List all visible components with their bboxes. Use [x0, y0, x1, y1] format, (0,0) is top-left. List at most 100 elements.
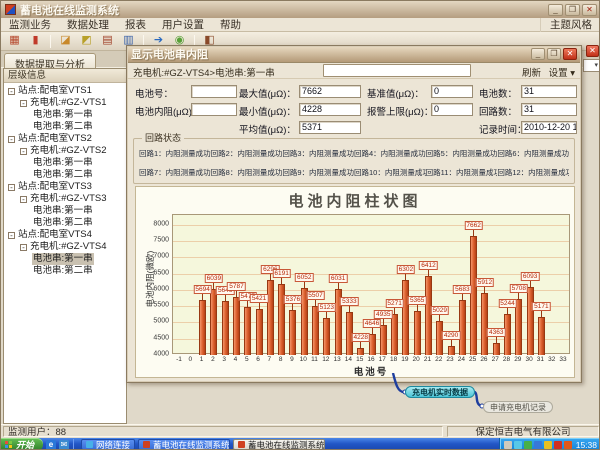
min-value-field[interactable]: 4228: [299, 103, 361, 116]
tree-item-9[interactable]: -充电机:#GZ-VTS3: [4, 193, 126, 205]
close-button[interactable]: ✕: [582, 4, 597, 16]
avg-value-field[interactable]: 5371: [299, 121, 361, 134]
report-icon[interactable]: ▤: [98, 33, 117, 49]
chart-x-tick: 23: [446, 356, 453, 363]
alert-icon[interactable]: [554, 441, 562, 449]
tree-collapse-icon[interactable]: -: [20, 148, 27, 155]
tree-collapse-icon[interactable]: -: [8, 136, 15, 143]
tree-collapse-icon[interactable]: -: [8, 232, 15, 239]
task-button-0[interactable]: 网络连接: [81, 439, 135, 450]
menu-item-3[interactable]: 用户设置: [154, 18, 212, 32]
tree-item-4[interactable]: -站点:配电室VTS2: [4, 133, 126, 145]
flow-node-realtime-data[interactable]: 充电机实时数据: [405, 386, 475, 398]
monitor-icon[interactable]: ▦: [5, 33, 24, 49]
analysis-icon[interactable]: ◩: [77, 33, 96, 49]
dialog-close-button[interactable]: ✕: [563, 48, 577, 60]
chart-bar-whisker: [473, 229, 474, 236]
start-label: 开始: [16, 438, 34, 450]
display-icon[interactable]: [514, 441, 522, 449]
battery-number-field[interactable]: [191, 85, 237, 98]
tree-collapse-icon[interactable]: -: [8, 184, 15, 191]
windows-logo-icon: [5, 441, 13, 449]
chart-title: 电池内阻柱状图: [136, 190, 574, 211]
tree-item-12[interactable]: -站点:配电室VTS4: [4, 229, 126, 241]
menu-item-0[interactable]: 监测业务: [1, 18, 59, 32]
field-label-avg-value-field: 平均值(μΩ)：: [239, 122, 296, 136]
tree-item-label: 充电机:#GZ-VTS3: [29, 193, 108, 205]
battery-count-field[interactable]: 31: [521, 85, 577, 98]
tree-item-label: 电池串:第一串: [32, 109, 94, 121]
tree-item-15[interactable]: 电池串:第二串: [4, 265, 126, 277]
maximize-button[interactable]: ❐: [565, 4, 580, 16]
taskbar-clock: 15:38: [576, 440, 597, 450]
minimize-button[interactable]: _: [548, 4, 563, 16]
dialog-search-input[interactable]: [323, 64, 471, 77]
printer-icon[interactable]: [504, 441, 512, 449]
tree-collapse-icon[interactable]: -: [20, 100, 27, 107]
tree-item-14[interactable]: 电池串:第一串: [4, 253, 126, 265]
tree-item-label: 充电机:#GZ-VTS2: [29, 145, 108, 157]
dialog-maximize-button[interactable]: ❐: [547, 48, 561, 60]
shield-icon[interactable]: [544, 441, 552, 449]
tab-data-analysis[interactable]: 数据提取与分析: [4, 53, 96, 68]
base-value-field[interactable]: 0: [431, 85, 473, 98]
summary-fields: 电池号：电池内阻(μΩ)：最大值(μΩ)：7662最小值(μΩ)：4228平均值…: [127, 79, 581, 138]
flow-node-request-record[interactable]: 申请充电机记录: [483, 401, 553, 413]
chart-y-tick: 5500: [136, 302, 169, 309]
settings-button[interactable]: 设置 ▾: [549, 65, 575, 79]
start-button[interactable]: 开始: [1, 438, 43, 450]
record-time-field[interactable]: 2010-12-20 15:38:3: [521, 121, 577, 134]
battery-resistance-field[interactable]: [191, 103, 237, 116]
tree-collapse-icon[interactable]: -: [20, 196, 27, 203]
chart-x-tick: 19: [401, 356, 408, 363]
tree-item-1[interactable]: -充电机:#GZ-VTS1: [4, 97, 126, 109]
tree-item-10[interactable]: 电池串:第一串: [4, 205, 126, 217]
chart-icon[interactable]: ◪: [56, 33, 75, 49]
tree-item-13[interactable]: -充电机:#GZ-VTS4: [4, 241, 126, 253]
background-close-icon[interactable]: ✕: [586, 45, 599, 57]
chart-bar-value-label: 5787: [227, 282, 245, 291]
menu-item-1[interactable]: 数据处理: [59, 18, 117, 32]
chart-bar: [210, 289, 217, 355]
tree-collapse-icon[interactable]: -: [20, 244, 27, 251]
background-dropdown[interactable]: ▾: [583, 59, 600, 72]
chart-x-tick: 0: [188, 356, 192, 363]
tree-collapse-icon[interactable]: -: [8, 88, 15, 95]
tree-item-11[interactable]: 电池串:第二串: [4, 217, 126, 229]
network-status-icon[interactable]: [524, 441, 532, 449]
tree-item-0[interactable]: -站点:配电室VTS1: [4, 85, 126, 97]
tree-item-8[interactable]: -站点:配电室VTS3: [4, 181, 126, 193]
tree-item-7[interactable]: 电池串:第二串: [4, 169, 126, 181]
task-button-2[interactable]: 蓄电池在线监测系统: [233, 439, 325, 450]
tree-item-2[interactable]: 电池串:第一串: [4, 109, 126, 121]
battery-icon[interactable]: ▮: [26, 33, 45, 49]
dialog-minimize-button[interactable]: _: [531, 48, 545, 60]
chart-bar-whisker: [507, 307, 508, 314]
menu-item-theme[interactable]: 主题风格: [540, 18, 600, 32]
menu-item-4[interactable]: 帮助: [212, 18, 249, 32]
mail-icon[interactable]: ✉: [59, 440, 69, 450]
chart-x-tick: 14: [345, 356, 352, 363]
max-value-field[interactable]: 7662: [299, 85, 361, 98]
chart-bar-value-label: 6412: [419, 261, 437, 270]
chart-bar: [244, 307, 251, 355]
loop-count-field[interactable]: 31: [521, 103, 577, 116]
menu-item-2[interactable]: 报表: [117, 18, 154, 32]
power-icon[interactable]: [564, 441, 572, 449]
tree-item-3[interactable]: 电池串:第二串: [4, 121, 126, 133]
chart-bar-value-label: 5376: [284, 295, 302, 304]
browser-icon[interactable]: e: [46, 440, 56, 450]
message-icon[interactable]: [534, 441, 542, 449]
chart-bar-value-label: 5333: [340, 297, 358, 306]
alarm-limit-field[interactable]: 0: [431, 103, 473, 116]
chart-bar-whisker: [236, 290, 237, 297]
sidebar-panel: 层级信息 -站点:配电室VTS1-充电机:#GZ-VTS1电池串:第一串电池串:…: [3, 68, 127, 424]
refresh-button[interactable]: 刷新: [522, 65, 541, 79]
tree-item-6[interactable]: 电池串:第一串: [4, 157, 126, 169]
tree-item-5[interactable]: -充电机:#GZ-VTS2: [4, 145, 126, 157]
chart-y-tick: 7500: [136, 237, 169, 244]
chart-bar: [289, 310, 296, 355]
tree-item-label: 电池串:第二串: [32, 265, 94, 277]
chart-plot-area: 5694603956465787547754216296619153766052…: [172, 214, 570, 354]
task-button-1[interactable]: 蓄电池在线监测系统: [138, 439, 230, 450]
